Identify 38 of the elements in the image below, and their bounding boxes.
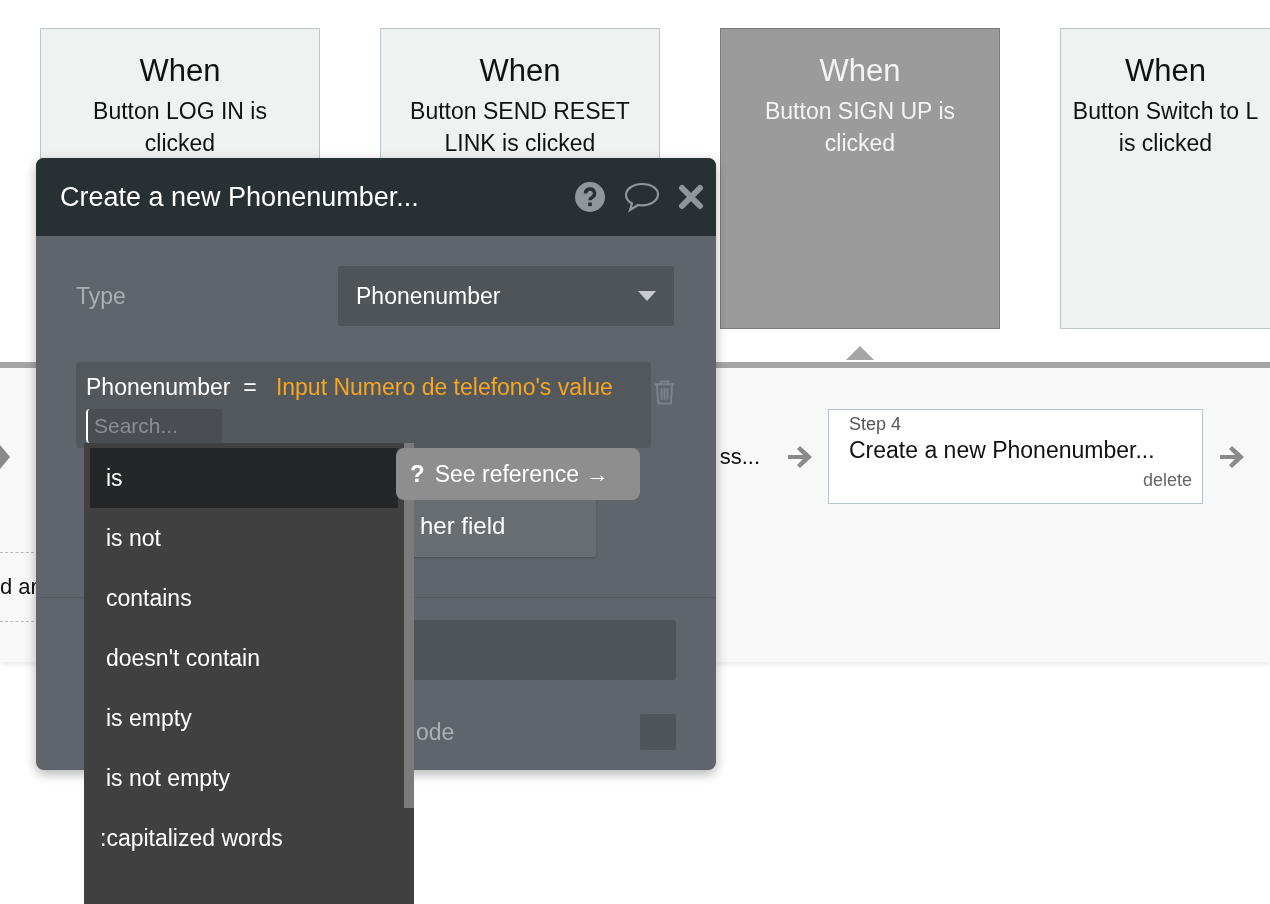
trash-icon[interactable] — [652, 378, 676, 406]
search-field[interactable]: Search... — [86, 409, 222, 443]
type-label: Type — [76, 282, 127, 310]
card-heading: When — [819, 52, 901, 90]
close-icon[interactable] — [678, 184, 704, 210]
event-card[interactable]: When Button Switch to L is clicked — [1060, 28, 1270, 329]
menu-item[interactable]: contains — [90, 568, 398, 628]
step-title: ss... — [719, 443, 760, 470]
arrow-right-icon — [1220, 443, 1246, 470]
card-heading: When — [139, 52, 221, 90]
menu-item[interactable]: is — [90, 448, 398, 508]
menu-item[interactable]: is not empty — [90, 748, 398, 808]
field-assignment[interactable]: Phonenumber = Input Numero de telefono's value Search... — [76, 362, 651, 448]
step-label: Step 4 — [849, 414, 903, 435]
card-heading: When — [1125, 52, 1206, 90]
step-card[interactable]: Step 4 Create a new Phonenumber... delete — [828, 409, 1203, 504]
arrow-tip-icon — [0, 444, 10, 469]
help-icon[interactable] — [574, 181, 606, 213]
tooltip-text: See reference → — [434, 460, 609, 488]
card-description: Button Switch to L is clicked — [1072, 97, 1259, 158]
menu-item[interactable]: :capitalized words — [90, 808, 398, 868]
field-expression: Phonenumber = Input Numero de telefono's value — [86, 374, 614, 401]
menu-item[interactable]: doesn't contain — [90, 628, 398, 688]
delete-link[interactable]: delete — [1142, 470, 1192, 491]
caret-icon — [638, 291, 656, 301]
step-title: Create a new Phonenumber... — [849, 437, 1156, 464]
menu-item[interactable]: is empty — [90, 688, 398, 748]
field-label: ode — [416, 718, 455, 746]
help-icon: ? — [410, 460, 425, 488]
comment-icon[interactable] — [624, 181, 660, 213]
arrow-right-icon — [788, 443, 814, 470]
card-description: Button SEND RESET LINK is clicked — [410, 97, 630, 158]
card-description: Button LOG IN is clicked — [93, 97, 267, 158]
dialog-title: Create a new Phonenumber... — [60, 181, 420, 213]
card-description: Button SIGN UP is clicked — [764, 97, 955, 158]
card-heading: When — [479, 52, 561, 90]
type-dropdown[interactable]: Phonenumber — [338, 266, 674, 326]
action-text: d ar — [0, 574, 38, 600]
